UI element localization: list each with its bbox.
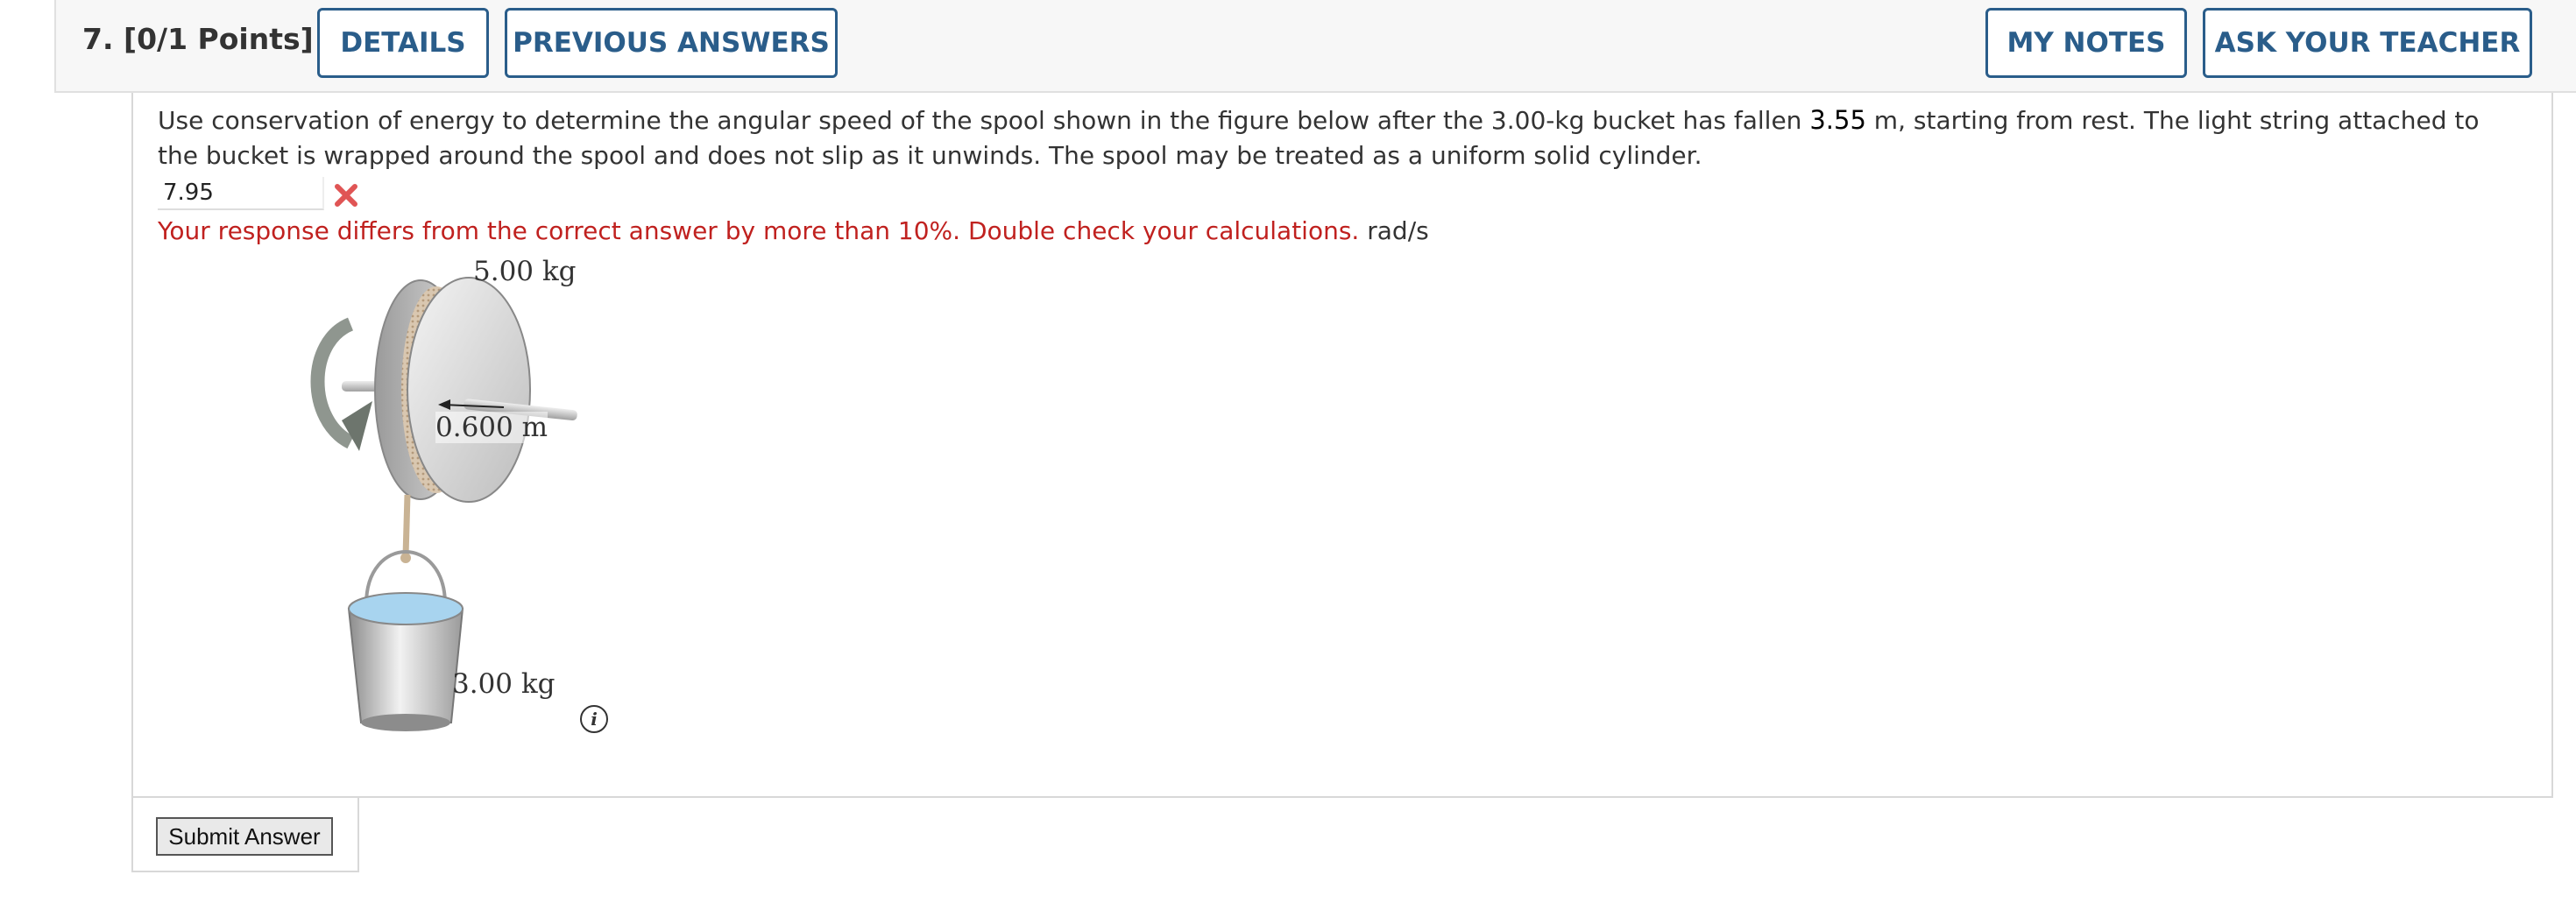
answer-input[interactable]	[158, 177, 324, 210]
previous-answers-button[interactable]: PREVIOUS ANSWERS	[505, 8, 838, 78]
distance-value: 3.55	[1809, 105, 1866, 135]
details-button[interactable]: DETAILS	[317, 8, 489, 78]
my-notes-button[interactable]: MY NOTES	[1985, 8, 2187, 78]
ask-your-teacher-button[interactable]: ASK YOUR TEACHER	[2203, 8, 2532, 78]
spool-bucket-figure: 5.00 kg 0.600 m 3.00 kg	[289, 245, 640, 736]
feedback-message: Your response differs from the correct a…	[158, 216, 1360, 245]
submit-answer-button[interactable]: Submit Answer	[156, 817, 333, 856]
question-text-part1: Use conservation of energy to determine …	[158, 106, 1810, 135]
spool-mass-label: 5.00 kg	[473, 256, 577, 287]
wrong-x-icon	[335, 184, 357, 207]
radius-label: 0.600 m	[435, 412, 548, 443]
bucket-mass-label: 3.00 kg	[452, 668, 556, 700]
question-title: 7. [0/1 Points]	[82, 22, 314, 56]
info-icon[interactable]: i	[580, 705, 608, 733]
spool-bucket-illustration	[310, 277, 577, 731]
answer-unit: rad/s	[1367, 216, 1429, 245]
answer-feedback: Your response differs from the correct a…	[158, 214, 1429, 249]
question-text: Use conservation of energy to determine …	[158, 102, 2523, 173]
